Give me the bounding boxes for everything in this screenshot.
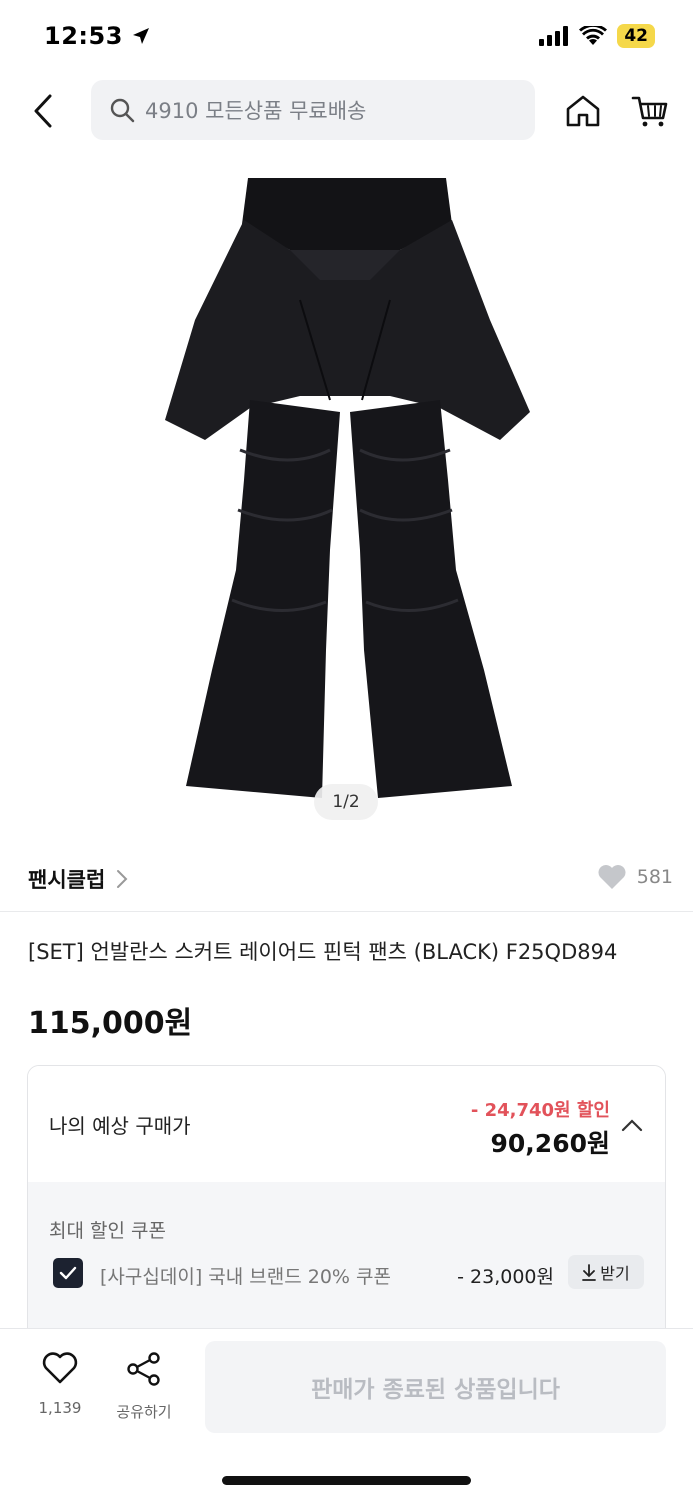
brand-row: 팬시클럽 581	[0, 846, 693, 912]
status-bar: 12:53 42	[0, 0, 693, 76]
chevron-right-icon	[117, 870, 128, 888]
cart-icon	[631, 96, 668, 127]
home-icon	[566, 95, 600, 127]
discount-amount: - 24,740원 할인	[470, 1100, 610, 1121]
search-placeholder: 4910 모든상품 무료배송	[145, 99, 367, 123]
header: 4910 모든상품 무료배송	[0, 76, 693, 148]
brand-name: 팬시클럽	[28, 868, 106, 892]
back-icon	[34, 94, 52, 128]
brand-like[interactable]: 581	[597, 864, 673, 890]
share-button[interactable]: 공유하기	[106, 1351, 182, 1431]
check-icon	[59, 1266, 77, 1280]
cart-button[interactable]	[628, 90, 672, 132]
coupon-heading: 최대 할인 쿠폰	[49, 1220, 166, 1242]
gallery-page-indicator: 1/2	[314, 784, 378, 820]
brand-like-count: 581	[636, 866, 673, 888]
status-icons: 42	[539, 24, 655, 48]
share-icon	[127, 1352, 160, 1386]
heart-filled-icon	[598, 865, 626, 889]
heart-icon	[42, 1352, 78, 1384]
back-button[interactable]	[22, 90, 64, 132]
home-button[interactable]	[562, 90, 604, 132]
search-input[interactable]: 4910 모든상품 무료배송	[91, 80, 535, 140]
coupon-value: - 23,000원	[457, 1266, 554, 1288]
final-price: 90,260원	[490, 1129, 610, 1158]
coupon-download-button[interactable]: 받기	[568, 1255, 644, 1289]
search-icon	[110, 98, 135, 123]
coupon-checkbox[interactable]	[53, 1258, 83, 1288]
product-image[interactable]	[0, 150, 693, 840]
share-label: 공유하기	[116, 1403, 172, 1421]
product-title: [SET] 언발란스 스커트 레이어드 핀턱 팬츠 (BLACK) F25QD8…	[28, 940, 618, 964]
bottom-action-bar: 1,139 공유하기 판매가 종료된 상품입니다	[0, 1328, 693, 1500]
product-price: 115,000원	[28, 1006, 193, 1041]
coupon-name: [사구십데이] 국내 브랜드 20% 쿠폰	[100, 1266, 391, 1288]
status-time-group: 12:53	[44, 22, 151, 50]
expected-price-label: 나의 예상 구매가	[49, 1114, 191, 1138]
coupon-download-label: 받기	[600, 1264, 630, 1283]
brand-link[interactable]: 팬시클럽	[28, 864, 129, 894]
collapse-button[interactable]	[619, 1112, 645, 1138]
expected-price-panel: 나의 예상 구매가 - 24,740원 할인 90,260원 최대 할인 쿠폰 …	[27, 1065, 666, 1365]
expected-price-header[interactable]: 나의 예상 구매가 - 24,740원 할인 90,260원	[28, 1066, 665, 1182]
battery-indicator: 42	[617, 24, 655, 48]
wishlist-button[interactable]: 1,139	[30, 1351, 90, 1431]
signal-icon	[539, 26, 569, 46]
home-indicator	[222, 1476, 471, 1485]
location-arrow-icon	[132, 28, 149, 44]
sold-out-button[interactable]: 판매가 종료된 상품입니다	[205, 1341, 666, 1433]
wishlist-count: 1,139	[38, 1399, 82, 1417]
status-time: 12:53	[44, 22, 123, 50]
chevron-up-icon	[621, 1119, 643, 1132]
wifi-icon	[579, 26, 608, 45]
download-icon	[582, 1264, 597, 1281]
product-photo	[165, 178, 530, 798]
